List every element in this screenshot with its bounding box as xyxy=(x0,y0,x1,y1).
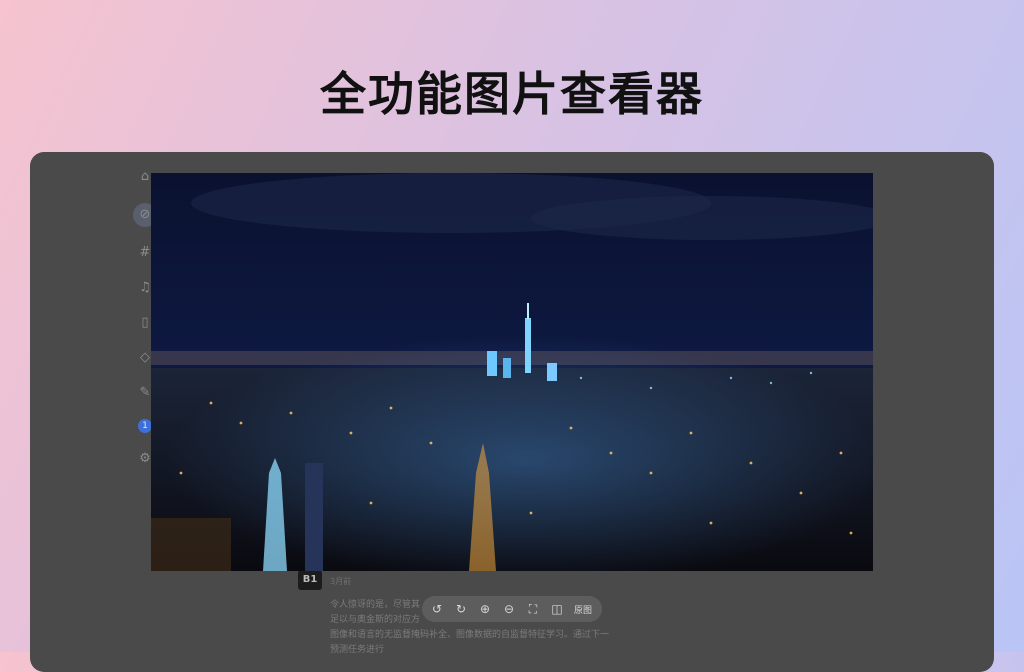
zoom-out-icon[interactable]: ⊖ xyxy=(502,602,516,616)
viewer-frame: ⌂ ⊘ # ♫ ▯ ◇ ✎ 1 ⚙ B1 3月前 令人惊讶的是，尽管其 足以与奥… xyxy=(30,152,994,672)
flip-icon[interactable]: ◫ xyxy=(550,602,564,616)
city-night-photo[interactable] xyxy=(151,173,873,571)
image-viewer-toolbar: ↺ ↻ ⊕ ⊖ ⛶ ◫ 原图 xyxy=(422,596,602,622)
rotate-right-icon[interactable]: ↻ xyxy=(454,602,468,616)
notification-badge: 1 xyxy=(138,419,152,433)
city-night-image xyxy=(151,173,873,571)
post-time: 3月前 xyxy=(330,577,352,586)
zoom-in-icon[interactable]: ⊕ xyxy=(478,602,492,616)
page-headline: 全功能图片查看器 xyxy=(320,67,704,121)
avatar: B1 xyxy=(298,570,322,590)
rotate-left-icon[interactable]: ↺ xyxy=(430,602,444,616)
fit-screen-icon[interactable]: ⛶ xyxy=(526,602,540,616)
original-size-button[interactable]: 原图 xyxy=(574,603,592,616)
post-line: 预测任务进行 xyxy=(330,645,385,655)
post-line: 图像和语言的无监督掩码补全、图像数据的自监督特征学习。通过下一 xyxy=(330,630,610,640)
